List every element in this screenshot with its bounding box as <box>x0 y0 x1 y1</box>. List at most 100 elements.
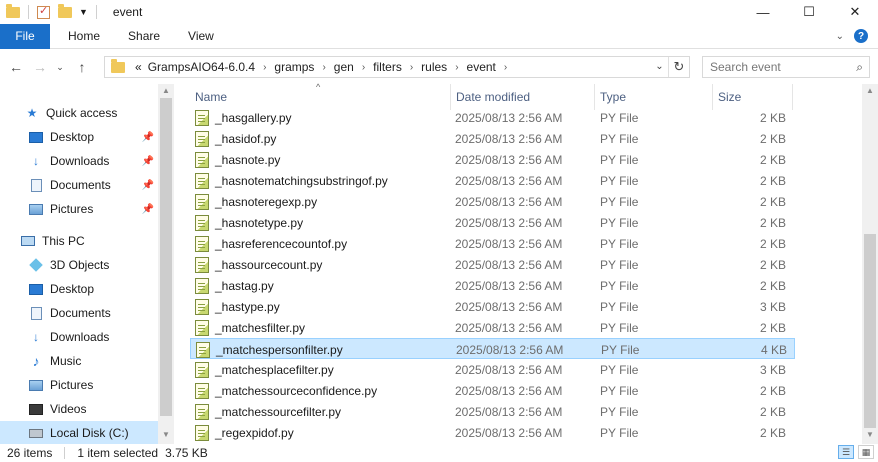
nav-quick-access[interactable]: ★ Quick access <box>0 101 158 125</box>
scroll-down-icon[interactable]: ▼ <box>162 430 170 439</box>
file-size: 2 KB <box>759 152 786 167</box>
scroll-down-icon[interactable]: ▼ <box>866 430 874 439</box>
table-row[interactable]: _hasidof.py 2025/08/13 2:56 AM PY File 2 KB <box>190 128 795 149</box>
table-row[interactable]: _hasreferencecountof.py 2025/08/13 2:56 A… <box>190 233 795 254</box>
nav-item-videos[interactable]: Videos <box>0 397 158 421</box>
nav-item-pictures[interactable]: Pictures <box>0 373 158 397</box>
up-icon[interactable]: ↑ <box>72 59 92 75</box>
desktop-icon <box>28 130 44 144</box>
chevron-right-icon[interactable]: › <box>263 62 266 73</box>
scroll-up-icon[interactable]: ▲ <box>866 86 874 95</box>
nav-item-documents[interactable]: Documents <box>0 301 158 325</box>
file-list-scrollbar[interactable]: ▲ ▼ <box>862 84 878 444</box>
scrollbar-thumb[interactable] <box>160 98 172 416</box>
chevron-right-icon[interactable]: › <box>410 62 413 73</box>
nav-scrollbar[interactable]: ▲ ▼ <box>158 84 174 444</box>
pin-icon[interactable]: 📌 <box>142 204 154 215</box>
table-row[interactable]: _regexpidof.py 2025/08/13 2:56 AM PY File 2… <box>190 422 795 443</box>
selection-size: 3.75 KB <box>165 446 208 460</box>
expand-ribbon-icon[interactable]: ⌄ <box>836 31 844 42</box>
nav-item-music[interactable]: ♪ Music <box>0 349 158 373</box>
customize-toolbar-icon[interactable]: ▼ <box>79 7 88 17</box>
nav-item-downloads[interactable]: ↓ Downloads 📌 <box>0 149 158 173</box>
tab-view[interactable]: View <box>174 29 228 43</box>
breadcrumb-item[interactable]: gen <box>334 60 354 74</box>
tab-file[interactable]: File <box>0 23 50 49</box>
table-row[interactable]: _matchessourcefilter.py 2025/08/13 2:56 A… <box>190 401 795 422</box>
music-icon: ♪ <box>32 353 40 369</box>
file-date: 2025/08/13 2:56 AM <box>456 342 564 357</box>
divider <box>64 447 66 459</box>
file-date: 2025/08/13 2:56 AM <box>455 110 563 125</box>
table-row[interactable]: _matchesplacefilter.py 2025/08/13 2:56 AM… <box>190 359 795 380</box>
table-row[interactable]: _hasnotematchingsubstringof.py 2025/08/13… <box>190 170 795 191</box>
table-row[interactable]: _hastype.py 2025/08/13 2:56 AM PY File 3 KB <box>190 296 795 317</box>
pin-icon[interactable]: 📌 <box>142 156 154 167</box>
breadcrumb-item[interactable]: rules <box>421 60 447 74</box>
back-icon[interactable]: ← <box>6 59 26 75</box>
large-icons-view-icon[interactable]: ▦ <box>858 445 874 459</box>
file-rows: _hasgallery.py 2025/08/13 2:56 AM PY File 2… <box>190 107 795 443</box>
downloads-icon: ↓ <box>33 330 39 344</box>
nav-item-downloads[interactable]: ↓ Downloads <box>0 325 158 349</box>
nav-item-3d-objects[interactable]: 3D Objects <box>0 253 158 277</box>
details-view-icon[interactable]: ☰ <box>838 445 854 459</box>
nav-item-desktop[interactable]: Desktop <box>0 277 158 301</box>
scroll-up-icon[interactable]: ▲ <box>162 86 170 95</box>
file-size: 2 KB <box>759 215 786 230</box>
breadcrumb-item[interactable]: filters <box>373 60 402 74</box>
breadcrumb-item[interactable]: GrampsAIO64-6.0.4 <box>148 60 255 74</box>
minimize-button[interactable]: — <box>740 0 786 24</box>
tab-home[interactable]: Home <box>54 29 114 43</box>
nav-label: Documents <box>50 306 111 320</box>
chevron-right-icon[interactable]: › <box>322 62 325 73</box>
breadcrumb-item[interactable]: gramps <box>274 60 314 74</box>
table-row[interactable]: _hassourcecount.py 2025/08/13 2:56 AM PY F… <box>190 254 795 275</box>
address-history-icon[interactable]: ⌄ <box>651 57 669 77</box>
breadcrumb-overflow[interactable]: « <box>135 60 142 74</box>
table-row[interactable]: _hastag.py 2025/08/13 2:56 AM PY File 2 KB <box>190 275 795 296</box>
nav-item-documents[interactable]: Documents 📌 <box>0 173 158 197</box>
recent-locations-icon[interactable]: ⌄ <box>50 62 70 73</box>
window-title: event <box>112 5 143 19</box>
address-bar[interactable]: « GrampsAIO64-6.0.4 › gramps › gen › fil… <box>104 56 690 78</box>
table-row-selected[interactable]: _matchespersonfilter.py 2025/08/13 2:56 A… <box>190 338 795 359</box>
navigation-bar: ← → ⌄ ↑ « GrampsAIO64-6.0.4 › gramps › g… <box>0 50 878 84</box>
refresh-icon[interactable]: ↻ <box>669 59 689 75</box>
python-file-icon <box>195 403 209 420</box>
folder-icon <box>111 58 125 73</box>
table-row[interactable]: _matchesfilter.py 2025/08/13 2:56 AM PY Fi… <box>190 317 795 338</box>
scrollbar-thumb[interactable] <box>864 234 876 428</box>
python-file-icon <box>195 277 209 294</box>
table-row[interactable]: _hasnotetype.py 2025/08/13 2:56 AM PY File… <box>190 212 795 233</box>
pin-icon[interactable]: 📌 <box>142 180 154 191</box>
nav-this-pc[interactable]: This PC <box>0 229 158 253</box>
nav-item-pictures[interactable]: Pictures 📌 <box>0 197 158 221</box>
search-icon[interactable]: ⌕ <box>856 60 863 75</box>
tab-share[interactable]: Share <box>114 29 174 43</box>
file-date: 2025/08/13 2:56 AM <box>455 257 563 272</box>
close-button[interactable]: ✕ <box>832 0 878 24</box>
properties-icon[interactable] <box>37 4 50 19</box>
forward-icon[interactable]: → <box>30 59 50 75</box>
table-row[interactable]: _matchessourceconfidence.py 2025/08/13 2:… <box>190 380 795 401</box>
chevron-right-icon[interactable]: › <box>455 62 458 73</box>
table-row[interactable]: _hasnoteregexp.py 2025/08/13 2:56 AM PY Fi… <box>190 191 795 212</box>
search-input[interactable]: Search event ⌕ <box>702 56 870 78</box>
chevron-right-icon[interactable]: › <box>362 62 365 73</box>
nav-item-desktop[interactable]: Desktop 📌 <box>0 125 158 149</box>
chevron-right-icon[interactable]: › <box>504 62 507 73</box>
pin-icon[interactable]: 📌 <box>142 132 154 143</box>
breadcrumb-item[interactable]: event <box>467 60 496 74</box>
folder-icon[interactable] <box>6 3 20 18</box>
new-folder-icon[interactable] <box>58 3 72 18</box>
table-row[interactable]: _hasgallery.py 2025/08/13 2:56 AM PY File 2… <box>190 107 795 128</box>
downloads-icon: ↓ <box>33 154 39 168</box>
table-row[interactable]: _hasnote.py 2025/08/13 2:56 AM PY File 2 KB <box>190 149 795 170</box>
nav-item-local-disk[interactable]: Local Disk (C:) <box>0 421 158 444</box>
nav-label: Pictures <box>50 202 94 216</box>
help-icon[interactable]: ? <box>854 29 868 43</box>
file-date: 2025/08/13 2:56 AM <box>455 131 563 146</box>
star-icon: ★ <box>26 106 38 120</box>
maximize-button[interactable]: ☐ <box>786 0 832 24</box>
